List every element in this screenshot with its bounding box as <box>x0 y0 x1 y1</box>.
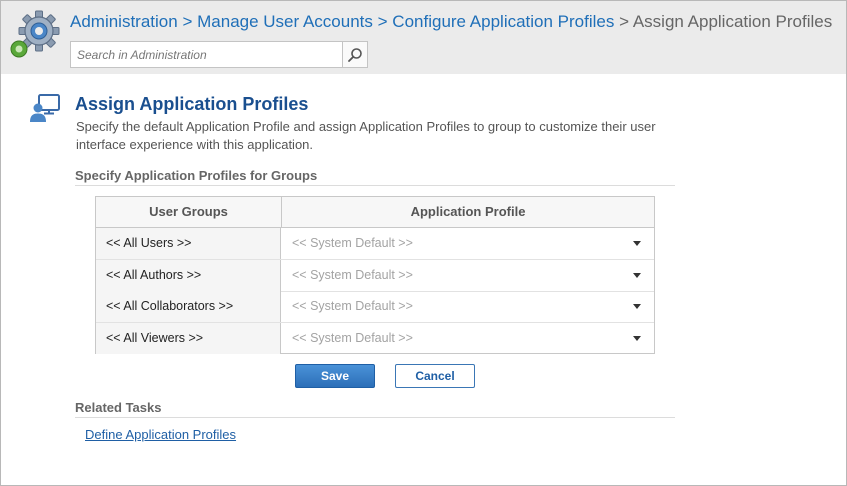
user-group-cell: << All Collaborators >> <box>96 291 281 322</box>
cancel-button[interactable]: Cancel <box>395 364 475 388</box>
breadcrumb-manage-user-accounts[interactable]: Manage User Accounts <box>197 12 373 31</box>
profile-dropdown-value: << System Default >> <box>292 236 413 250</box>
chevron-down-icon <box>633 241 641 246</box>
user-group-cell: << All Authors >> <box>96 260 281 291</box>
column-header-application-profile: Application Profile <box>410 204 526 219</box>
search-button[interactable] <box>342 42 367 67</box>
app-window: Administration > Manage User Accounts > … <box>0 0 847 486</box>
page-title: Assign Application Profiles <box>75 94 309 114</box>
table-row: << All Viewers >> << System Default >> <box>96 323 654 354</box>
breadcrumb-separator: > <box>377 12 388 31</box>
header-bar: Administration > Manage User Accounts > … <box>1 1 846 74</box>
save-button[interactable]: Save <box>295 364 375 388</box>
user-monitor-icon <box>30 94 60 122</box>
profile-dropdown[interactable]: << System Default >> <box>282 260 654 291</box>
profile-dropdown[interactable]: << System Default >> <box>282 323 654 354</box>
breadcrumb-configure-application-profiles[interactable]: Configure Application Profiles <box>392 12 614 31</box>
profile-assignment-grid: User Groups Application Profile << All U… <box>95 196 655 354</box>
profile-dropdown[interactable]: << System Default >> <box>282 291 654 322</box>
profile-dropdown-value: << System Default >> <box>292 299 413 313</box>
breadcrumb: Administration > Manage User Accounts > … <box>70 12 832 32</box>
page-description: Specify the default Application Profile … <box>76 119 656 152</box>
chevron-down-icon <box>633 273 641 278</box>
user-group-cell: << All Viewers >> <box>96 323 281 354</box>
chevron-down-icon <box>633 304 641 309</box>
search-input[interactable] <box>71 42 343 67</box>
profile-dropdown[interactable]: << System Default >> <box>282 228 654 259</box>
groups-section-title: Specify Application Profiles for Groups <box>75 168 318 183</box>
define-application-profiles-link[interactable]: Define Application Profiles <box>85 427 236 442</box>
section-divider <box>75 185 675 186</box>
chevron-down-icon <box>633 336 641 341</box>
table-row: << All Users >> << System Default >> <box>96 228 654 260</box>
breadcrumb-current-page: Assign Application Profiles <box>632 12 833 31</box>
column-header-user-groups: User Groups <box>96 197 282 227</box>
related-tasks-title: Related Tasks <box>75 400 162 415</box>
breadcrumb-separator: > <box>619 12 630 31</box>
user-group-cell: << All Users >> <box>96 228 281 259</box>
profile-dropdown-value: << System Default >> <box>292 268 413 282</box>
grid-header: User Groups Application Profile <box>96 197 654 228</box>
profile-dropdown-value: << System Default >> <box>292 331 413 345</box>
breadcrumb-separator: > <box>182 12 193 31</box>
gear-icon <box>10 10 60 58</box>
search-icon <box>348 47 362 62</box>
table-row: << All Collaborators >> << System Defaul… <box>96 291 654 323</box>
table-row: << All Authors >> << System Default >> <box>96 260 654 292</box>
search-box <box>70 41 368 68</box>
breadcrumb-administration[interactable]: Administration <box>70 12 178 31</box>
section-divider <box>75 417 675 418</box>
